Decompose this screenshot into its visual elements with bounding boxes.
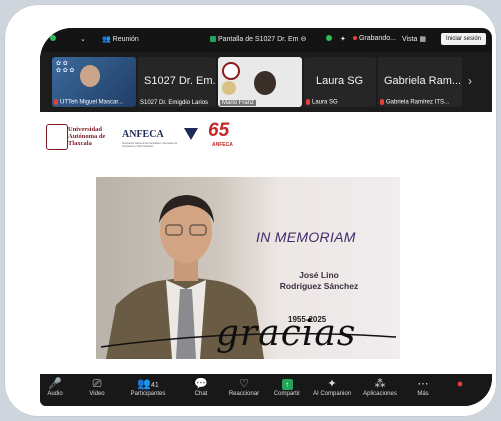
- recording-indicator[interactable]: Grabando...: [353, 35, 396, 42]
- muted-mic-icon: 🎤: [48, 378, 62, 390]
- in-memoriam-title: IN MEMORIAM: [256, 229, 356, 245]
- more-button[interactable]: ⋯ Más: [408, 377, 438, 397]
- heart-icon: ♡: [239, 378, 249, 390]
- view-label: Vista: [402, 36, 418, 43]
- muted-mic-icon: [54, 99, 58, 106]
- anniversary-logo: 65: [208, 120, 230, 141]
- logo: [222, 62, 240, 80]
- ai-icon: ✦: [340, 36, 346, 43]
- shared-screen: Universidad Autónoma de Tlaxcala ANFECA …: [40, 112, 492, 374]
- signin-button[interactable]: Iniciar sesión: [440, 33, 486, 45]
- participant-tile[interactable]: Laura SG Laura SG: [304, 57, 376, 107]
- video-camera-icon: ⎚: [92, 378, 102, 390]
- overlay-text: ✿ ✿ ✿ ✿ ✿: [56, 61, 75, 74]
- university-logo: Universidad Autónoma de Tlaxcala: [68, 126, 106, 147]
- participant-name: S1027 Dr. Emigdio Larios: [140, 100, 209, 106]
- share-button[interactable]: ↑ Compartir: [268, 377, 306, 397]
- react-button[interactable]: ♡ Reaccionar: [222, 377, 266, 397]
- participant-tile[interactable]: ✿ ✿ ✿ ✿ ✿ UTTeh Miguel Mascar...: [52, 57, 136, 107]
- sparkle-icon: ✦: [327, 378, 337, 390]
- avatar: [80, 65, 100, 87]
- chevron-down-icon[interactable]: ⌄: [80, 35, 86, 43]
- chat-button[interactable]: 💬 Chat: [186, 377, 216, 397]
- gracias-script: gracias: [216, 313, 357, 354]
- muted-mic-icon: [306, 99, 310, 106]
- recording-dot-icon: [353, 36, 357, 41]
- participants-icon: 👥41: [137, 378, 159, 390]
- zoom-icon: ⊖: [300, 36, 307, 43]
- meeting-toolbar: 🎤 Audio ⎚ Video 👥41 Participantes 💬 Chat ♡ Re…: [40, 374, 492, 406]
- participant-name: Gabriela Ramírez ITS...: [380, 99, 449, 106]
- top-bar: ⌄ 👥 Reunión Pantalla de S1027 Dr. Em ⊖ ✦…: [40, 28, 492, 52]
- participants-strip: ✿ ✿ ✿ ✿ ✿ UTTeh Miguel Mascar... S1027 Dr…: [40, 54, 492, 110]
- participant-name: Laura SG: [306, 99, 338, 106]
- meeting-menu[interactable]: 👥 Reunión: [102, 35, 139, 43]
- anniversary-subtitle: ANFECA: [212, 142, 233, 148]
- avatar: [254, 71, 276, 95]
- memorial-image: IN MEMORIAM José Lino Rodríguez Sánchez 1…: [96, 177, 400, 359]
- logo: [222, 81, 236, 95]
- anfeca-subtitle: Asociación Nacional de Facultades y Escu…: [122, 142, 178, 148]
- participant-tile[interactable]: Mario Franz: [218, 57, 302, 107]
- more-icon: ⋯: [417, 378, 429, 390]
- participant-big-name: S1027 Dr. Em...: [144, 75, 216, 87]
- apps-icon: ⁂: [374, 378, 386, 390]
- grid-icon: ▦: [419, 36, 427, 43]
- share-icon: ↑: [268, 377, 306, 391]
- security-icon[interactable]: [50, 35, 56, 42]
- participants-button[interactable]: 👥41 Participantes: [122, 377, 174, 397]
- participant-big-name: Laura SG: [316, 75, 364, 87]
- chat-icon: 💬: [194, 378, 208, 390]
- audio-button[interactable]: 🎤 Audio: [40, 377, 70, 397]
- ai-companion-button[interactable]: ✦ AI Companion: [308, 377, 356, 397]
- participant-name: Mario Franz: [220, 100, 257, 106]
- people-icon: 👥: [102, 36, 111, 43]
- zoom-window: ⌄ 👥 Reunión Pantalla de S1027 Dr. Em ⊖ ✦…: [40, 28, 492, 406]
- apps-button[interactable]: ⁂ Aplicaciones: [356, 377, 404, 397]
- recording-icon: ●: [456, 378, 464, 390]
- shield-icon: [326, 35, 332, 42]
- video-button[interactable]: ⎚ Video: [82, 377, 112, 397]
- participant-name: UTTeh Miguel Mascar...: [54, 99, 123, 106]
- university-seal-icon: [46, 124, 68, 150]
- screen-share-tab[interactable]: Pantalla de S1027 Dr. Em ⊖: [210, 35, 306, 43]
- participant-tile[interactable]: Gabriela Ram... Gabriela Ramírez ITS...: [378, 57, 462, 107]
- meeting-label: Reunión: [112, 36, 139, 43]
- muted-mic-icon: [380, 99, 384, 106]
- participant-big-name: Gabriela Ram...: [384, 75, 462, 87]
- memorial-name: José Lino Rodríguez Sánchez: [279, 270, 359, 291]
- anfeca-logo: ANFECA: [122, 129, 164, 140]
- logo-row: Universidad Autónoma de Tlaxcala ANFECA …: [46, 120, 236, 152]
- anfeca-emblem-icon: [184, 128, 198, 140]
- chevron-right-icon[interactable]: ›: [468, 74, 472, 88]
- view-menu[interactable]: Vista ▦: [402, 35, 426, 43]
- screen-share-label: Pantalla de S1027 Dr. Em: [217, 36, 299, 43]
- screen-share-icon: [210, 36, 216, 43]
- recording-label: Grabando...: [358, 35, 396, 42]
- participant-tile[interactable]: S1027 Dr. Em... S1027 Dr. Emigdio Larios: [138, 57, 216, 107]
- record-button[interactable]: ●: [450, 377, 470, 391]
